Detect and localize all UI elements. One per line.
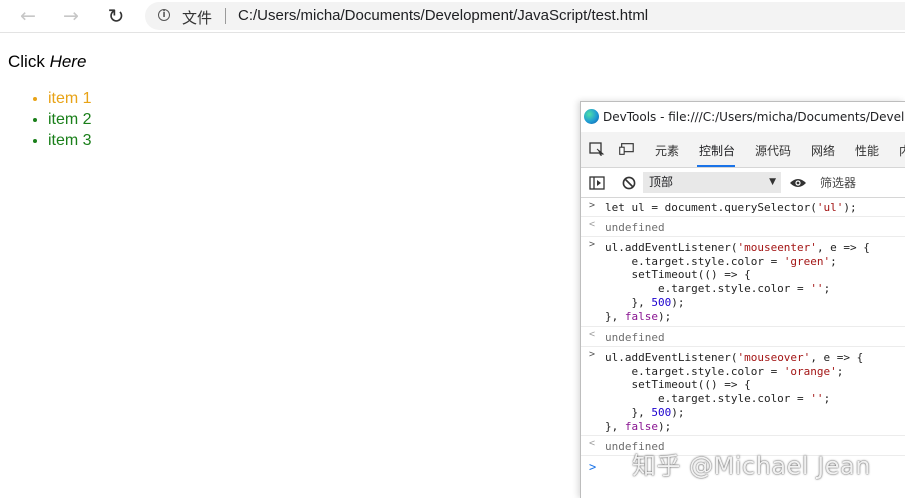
result-arrow-icon: < xyxy=(589,329,596,340)
console-result-entry: < undefined xyxy=(581,327,905,347)
dropdown-arrow-icon: ▼ xyxy=(769,177,776,187)
scheme-label: 文件 xyxy=(182,9,213,27)
prompt-chevron-icon: > xyxy=(589,200,596,211)
filter-input[interactable] xyxy=(817,172,905,193)
tab-console[interactable]: 控制台 xyxy=(699,142,735,159)
here-text: Here xyxy=(49,52,87,71)
back-arrow-icon[interactable]: ← xyxy=(15,4,41,28)
console-code: let ul = document.querySelector('ul'); xyxy=(605,201,857,214)
item-list[interactable]: item 1 item 2 item 3 xyxy=(8,88,92,151)
info-icon[interactable]: i xyxy=(158,9,170,21)
result-arrow-icon: < xyxy=(589,438,596,449)
list-item[interactable]: item 3 xyxy=(48,130,92,151)
list-item[interactable]: item 1 xyxy=(48,88,92,109)
context-select[interactable]: 顶部 ▼ xyxy=(643,172,781,193)
click-text: Click xyxy=(8,52,50,71)
tab-network[interactable]: 网络 xyxy=(811,142,835,159)
clear-console-icon[interactable] xyxy=(621,176,637,190)
console-result: undefined xyxy=(605,331,665,344)
console-toolbar: 顶部 ▼ xyxy=(581,168,905,198)
tab-sources[interactable]: 源代码 xyxy=(755,142,791,159)
console-input-entry[interactable]: > ul.addEventListener('mouseover', e => … xyxy=(581,347,905,436)
input-chevron-icon: > xyxy=(589,460,597,474)
console-input-entry[interactable]: > ul.addEventListener('mouseenter', e =>… xyxy=(581,237,905,327)
context-select-value: 顶部 xyxy=(649,175,674,189)
url-text[interactable]: C:/Users/micha/Documents/Development/Jav… xyxy=(238,7,648,24)
tab-more[interactable]: 内 xyxy=(899,142,905,159)
devtools-window: DevTools - file:///C:/Users/micha/Docume… xyxy=(580,101,905,498)
tab-performance[interactable]: 性能 xyxy=(855,142,879,159)
active-tab-indicator xyxy=(697,165,735,167)
devtools-tab-bar: 元素 控制台 源代码 网络 性能 内 xyxy=(581,132,905,168)
result-arrow-icon: < xyxy=(589,219,596,230)
edge-logo-icon xyxy=(584,109,599,124)
sidebar-toggle-icon[interactable] xyxy=(589,176,605,190)
tab-elements[interactable]: 元素 xyxy=(655,142,679,159)
reload-icon[interactable]: ↻ xyxy=(103,4,129,28)
device-emulation-icon[interactable] xyxy=(619,142,635,156)
console-input-entry[interactable]: > let ul = document.querySelector('ul'); xyxy=(581,198,905,217)
prompt-chevron-icon: > xyxy=(589,349,596,360)
click-here-text: Click Here xyxy=(8,52,86,72)
prompt-chevron-icon: > xyxy=(589,239,596,250)
inspect-element-icon[interactable] xyxy=(589,142,605,156)
console-code: ul.addEventListener('mouseover', e => { … xyxy=(605,351,864,433)
devtools-titlebar: DevTools - file:///C:/Users/micha/Docume… xyxy=(581,102,905,132)
console-result: undefined xyxy=(605,221,665,234)
list-item[interactable]: item 2 xyxy=(48,109,92,130)
console-output: > let ul = document.querySelector('ul');… xyxy=(581,198,905,482)
console-result-entry: < undefined xyxy=(581,217,905,237)
forward-arrow-icon[interactable]: → xyxy=(58,4,84,28)
console-code: ul.addEventListener('mouseenter', e => {… xyxy=(605,241,870,323)
address-bar[interactable]: i 文件 C:/Users/micha/Documents/Developmen… xyxy=(145,2,905,30)
address-divider xyxy=(225,8,226,24)
devtools-title: DevTools - file:///C:/Users/micha/Docume… xyxy=(603,110,905,124)
browser-toolbar: ← → ↻ i 文件 C:/Users/micha/Documents/Deve… xyxy=(0,0,905,33)
live-expression-eye-icon[interactable] xyxy=(789,176,807,190)
watermark: 知乎 @Michael Jean xyxy=(632,452,871,480)
